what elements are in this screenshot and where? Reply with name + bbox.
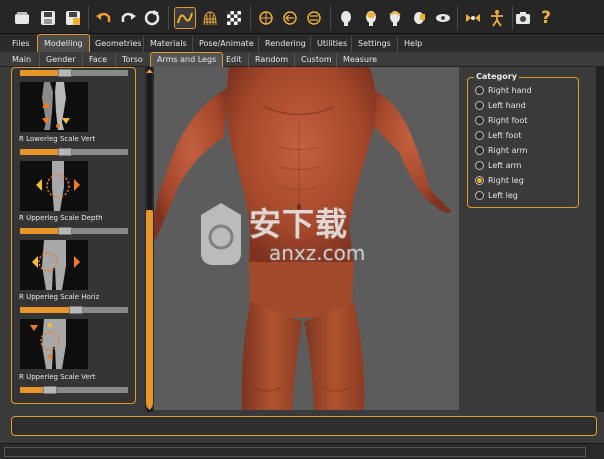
wireframe-icon[interactable] — [199, 7, 221, 29]
tab-modelling[interactable]: Modelling — [37, 34, 90, 52]
modifier-label: R Upperleg Scale Horiz — [19, 293, 100, 301]
radio-left-hand[interactable]: Left hand — [475, 99, 526, 111]
radio-left-leg[interactable]: Left leg — [475, 189, 518, 201]
watermark-text: 安下载 — [249, 205, 349, 243]
subtab-measure[interactable]: Measure — [336, 53, 383, 67]
modifier-thumbnail[interactable] — [20, 161, 88, 211]
modifier-thumbnail[interactable] — [20, 319, 88, 369]
modifier-thumbnail[interactable] — [20, 82, 88, 132]
help-icon[interactable]: ? — [535, 7, 557, 29]
progress-bar — [4, 447, 586, 457]
toolbar: ? — [0, 0, 604, 34]
reset-icon[interactable] — [141, 7, 163, 29]
global-camera-icon[interactable] — [462, 7, 484, 29]
radio-right-hand[interactable]: Right hand — [475, 84, 532, 96]
subtab-gender[interactable]: Gender — [39, 53, 81, 67]
skeleton-icon[interactable] — [486, 7, 508, 29]
radio-button[interactable] — [475, 85, 484, 95]
modifier-thumbnail[interactable] — [20, 240, 88, 290]
subtab-custom[interactable]: Custom — [294, 53, 338, 67]
modifier-slider[interactable] — [20, 69, 128, 77]
modifier-slider[interactable] — [20, 306, 128, 314]
radio-button[interactable] — [475, 175, 484, 185]
tab-help[interactable]: Help — [397, 36, 428, 52]
modifier-label: R Upperleg Scale Depth — [19, 214, 103, 222]
radio-button[interactable] — [475, 130, 484, 140]
export-icon[interactable] — [62, 7, 84, 29]
radio-right-foot[interactable]: Right foot — [475, 114, 527, 126]
undo-icon[interactable] — [93, 7, 115, 29]
save-icon[interactable] — [37, 7, 59, 29]
side-view-icon[interactable] — [303, 7, 325, 29]
screenshot-icon[interactable] — [512, 7, 534, 29]
radio-label: Left foot — [488, 130, 522, 140]
modifier-slider[interactable] — [20, 386, 128, 394]
radio-button[interactable] — [475, 145, 484, 155]
tab-utilities[interactable]: Utilities — [310, 36, 353, 52]
modifier-slider[interactable] — [20, 227, 128, 235]
face-right-icon[interactable] — [408, 7, 430, 29]
modifier-slider[interactable] — [20, 148, 128, 156]
tab-pose-animate[interactable]: Pose/Animate — [192, 36, 260, 52]
face-top-icon[interactable] — [432, 7, 454, 29]
status-field[interactable] — [11, 416, 597, 436]
radio-label: Right foot — [488, 115, 528, 125]
new-file-icon[interactable] — [11, 7, 33, 29]
face-front-icon[interactable] — [335, 7, 357, 29]
face-left-icon[interactable] — [384, 7, 406, 29]
back-view-icon[interactable] — [279, 7, 301, 29]
radio-button[interactable] — [475, 160, 484, 170]
redo-icon[interactable] — [117, 7, 139, 29]
radio-right-leg[interactable]: Right leg — [475, 174, 524, 186]
subtab-main[interactable]: Main — [6, 53, 37, 67]
watermark: 安下载 anxz.com — [195, 195, 415, 270]
modifier-label: R Lowerleg Scale Vert — [19, 135, 96, 143]
tab-geometries[interactable]: Geometries — [88, 36, 147, 52]
background-icon[interactable] — [223, 7, 245, 29]
radio-label: Right hand — [488, 85, 532, 95]
category-group: Category Right hand Left hand Right foot… — [467, 72, 579, 208]
right-panel: Category Right hand Left hand Right foot… — [459, 67, 604, 412]
subtab-edit[interactable]: Edit — [219, 53, 248, 67]
modifier-label: R Upperleg Scale Vert — [19, 373, 96, 381]
subtab-torso[interactable]: Torso — [115, 53, 149, 67]
scrollbar-thumb[interactable] — [146, 210, 153, 406]
radio-button[interactable] — [475, 100, 484, 110]
subtab-arms-and-legs[interactable]: Arms and Legs — [150, 52, 224, 67]
modifier-scrollbar[interactable] — [145, 67, 154, 412]
watermark-domain: anxz.com — [269, 241, 366, 265]
radio-button[interactable] — [475, 190, 484, 200]
radio-label: Left hand — [488, 100, 526, 110]
right-scrollbar[interactable] — [596, 67, 604, 412]
tab-settings[interactable]: Settings — [351, 36, 397, 52]
subtab-face[interactable]: Face — [82, 53, 113, 67]
category-title: Category — [474, 72, 519, 81]
radio-label: Left leg — [488, 190, 518, 200]
radio-button[interactable] — [475, 115, 484, 125]
modifier-panel: R Lowerleg Scale Vert R Upperleg Scale D… — [11, 67, 136, 404]
bottom-bar — [0, 443, 604, 459]
radio-left-arm[interactable]: Left arm — [475, 159, 521, 171]
radio-left-foot[interactable]: Left foot — [475, 129, 521, 141]
tab-rendering[interactable]: Rendering — [258, 36, 312, 52]
radio-label: Right arm — [488, 145, 528, 155]
subtab-random[interactable]: Random — [248, 53, 294, 67]
tab-materials[interactable]: Materials — [143, 36, 193, 52]
front-view-icon[interactable] — [255, 7, 277, 29]
radio-label: Right leg — [488, 175, 524, 185]
main-tab-bar: Files Modelling Geometries Materials Pos… — [0, 34, 604, 52]
radio-right-arm[interactable]: Right arm — [475, 144, 527, 156]
tab-files[interactable]: Files — [6, 36, 36, 52]
smooth-icon[interactable] — [174, 7, 196, 29]
sub-tab-bar: Main Gender Face Torso Arms and Legs Edi… — [0, 52, 604, 67]
radio-label: Left arm — [488, 160, 522, 170]
face-back-icon[interactable] — [360, 7, 382, 29]
